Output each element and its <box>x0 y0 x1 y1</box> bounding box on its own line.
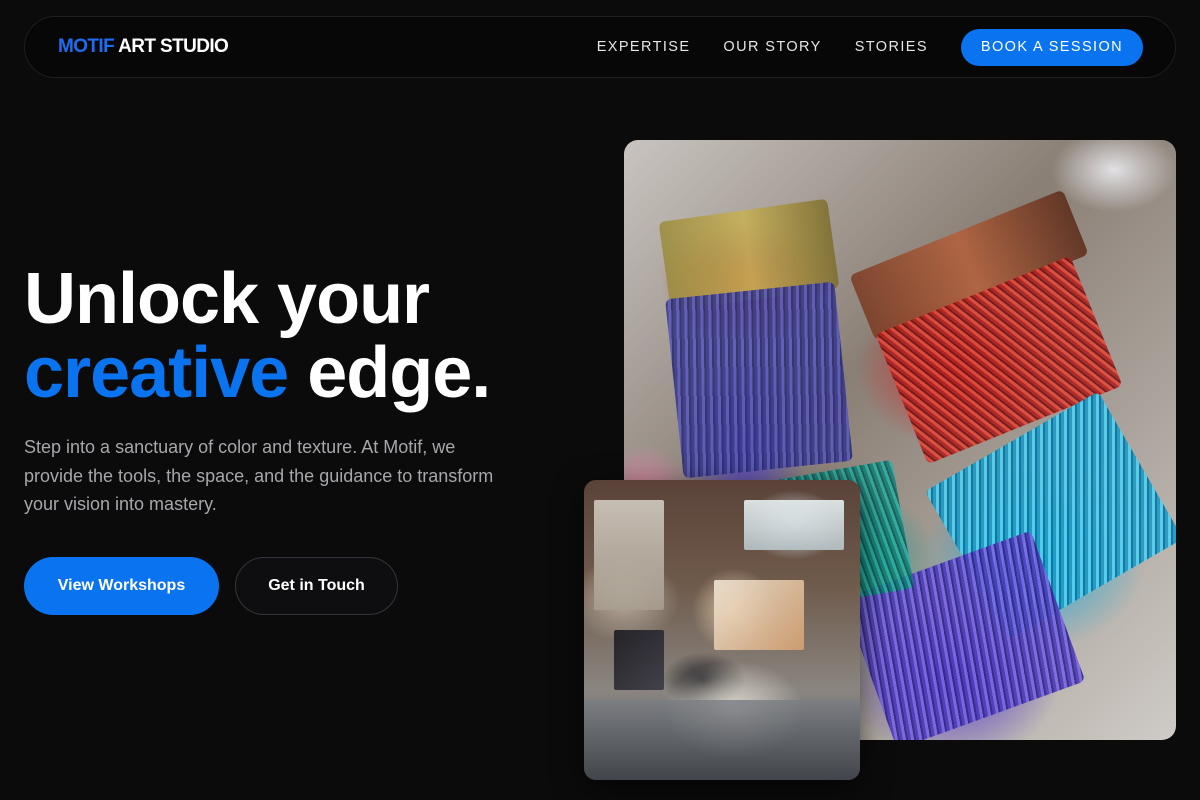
view-workshops-button[interactable]: View Workshops <box>24 557 219 615</box>
top-navigation: MOTIF ART STUDIO EXPERTISE OUR STORY STO… <box>24 16 1176 78</box>
nav-link-our-story[interactable]: OUR STORY <box>723 39 821 55</box>
hero-description: Step into a sanctuary of color and textu… <box>24 437 494 514</box>
hero-title: Unlock your creative edge. <box>24 259 491 413</box>
studio-canvas-dark <box>614 630 664 690</box>
studio-canvas-left <box>594 500 664 610</box>
nav-link-expertise[interactable]: EXPERTISE <box>597 39 691 55</box>
hero-title-line2: edge. <box>288 333 491 413</box>
book-session-button[interactable]: BOOK A SESSION <box>960 28 1143 66</box>
nav-links: EXPERTISE OUR STORY STORIES BOOK A SESSI… <box>597 28 1143 66</box>
studio-canvas-center <box>714 580 804 650</box>
hero-title-accent: creative <box>24 333 289 413</box>
art-studio-image <box>584 480 860 780</box>
logo-text: ART STUDIO <box>114 36 229 57</box>
get-in-touch-button[interactable]: Get in Touch <box>235 557 398 615</box>
brand-logo[interactable]: MOTIF ART STUDIO <box>58 36 229 58</box>
hero-title-line1: Unlock your <box>24 259 430 339</box>
studio-window <box>744 500 844 550</box>
nav-link-stories[interactable]: STORIES <box>855 39 928 55</box>
brush-bristles-purple <box>665 281 853 479</box>
studio-floor <box>584 700 860 780</box>
logo-accent: MOTIF <box>58 36 115 57</box>
